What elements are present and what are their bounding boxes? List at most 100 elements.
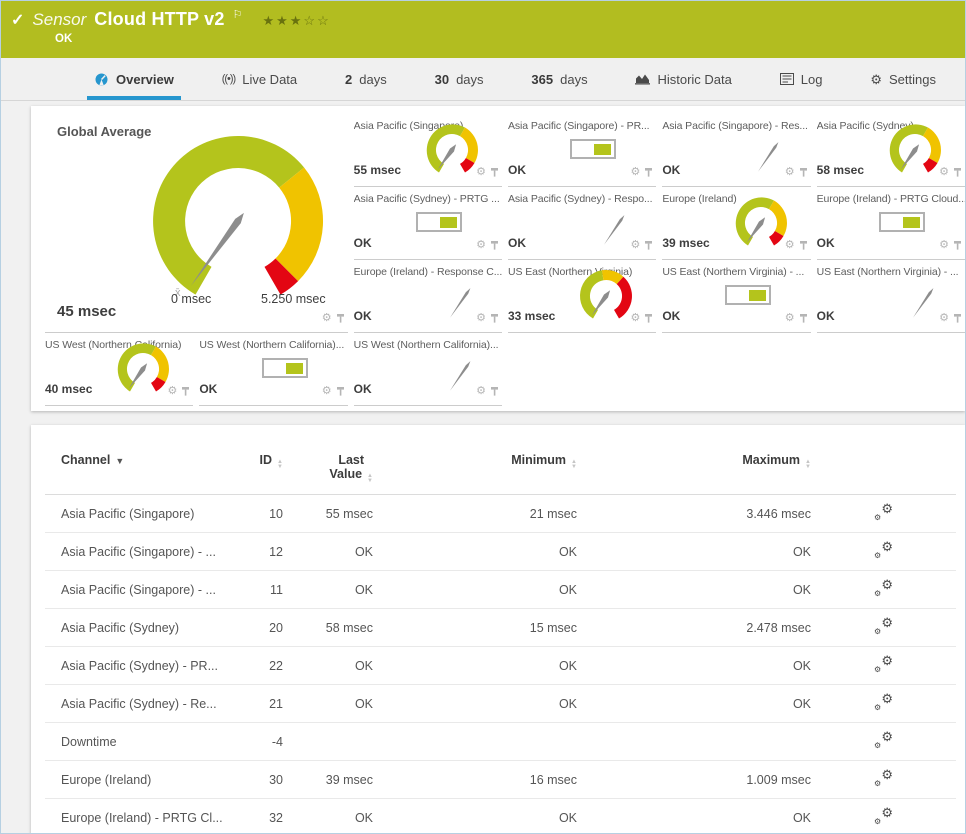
flag-icon[interactable]: ⚐ xyxy=(233,8,243,21)
channel-tile[interactable]: US West (Northern California)... OK ⚙ xyxy=(199,333,348,406)
tile-value: OK xyxy=(353,309,372,323)
channel-tile[interactable]: Asia Pacific (Sydney) 58 msec ⚙ xyxy=(816,114,965,187)
pin-icon[interactable] xyxy=(490,313,499,324)
channel-tile[interactable]: US East (Northern Virginia) 33 msec ⚙ xyxy=(507,260,657,333)
global-average-tile[interactable]: Global Average x̄ 0 msec 5.250 msec 45 m… xyxy=(45,114,348,333)
channel-tile[interactable]: Europe (Ireland) 39 msec ⚙ xyxy=(662,187,811,260)
gear-icon[interactable]: ⚙ xyxy=(476,386,486,397)
star-filled-icon[interactable]: ★ xyxy=(290,13,304,28)
priority-stars[interactable]: ★★★☆☆ xyxy=(262,13,330,29)
cell-minimum: OK xyxy=(373,798,577,833)
channel-tile[interactable]: Europe (Ireland) - Response C... OK ⚙ xyxy=(353,260,502,333)
table-row[interactable]: Asia Pacific (Singapore) 10 55 msec 21 m… xyxy=(45,494,956,533)
tab-overview[interactable]: Overview xyxy=(87,58,181,100)
pin-icon[interactable] xyxy=(336,313,345,324)
gear-icon[interactable]: ⚙ xyxy=(785,167,795,178)
cell-minimum: 15 msec xyxy=(373,608,577,647)
gear-icon[interactable]: ⚙ xyxy=(630,313,640,324)
tab-30-days[interactable]: 30 days xyxy=(428,58,491,100)
gear-icon[interactable]: ⚙ xyxy=(630,167,640,178)
tab-log[interactable]: Log xyxy=(773,58,830,100)
gear-icon[interactable]: ⚙ xyxy=(322,386,332,397)
column-header-maximum[interactable]: Maximum ▲ ▼ xyxy=(577,437,811,495)
channel-tile[interactable]: US East (Northern Virginia) - ... OK ⚙ xyxy=(662,260,811,333)
tab-settings[interactable]: ⚙ Settings xyxy=(863,58,943,100)
channel-tile[interactable]: Asia Pacific (Sydney) - Respo... OK ⚙ xyxy=(507,187,657,260)
channel-tile[interactable]: US East (Northern Virginia) - ... OK ⚙ xyxy=(816,260,965,333)
table-row[interactable]: Europe (Ireland) 30 39 msec 16 msec 1.00… xyxy=(45,760,956,799)
tile-title: US West (Northern California)... xyxy=(199,339,345,351)
channel-tile[interactable]: Asia Pacific (Singapore) 55 msec ⚙ xyxy=(353,114,502,187)
column-header-channel[interactable]: Channel ▼ xyxy=(45,437,235,495)
channel-settings-icon[interactable]: ⚙ ⚙ xyxy=(874,730,893,751)
ok-switch-indicator xyxy=(415,212,462,232)
pin-icon[interactable] xyxy=(490,240,499,251)
channel-tile[interactable]: Asia Pacific (Singapore) - PR... OK ⚙ xyxy=(507,114,657,187)
channel-settings-icon[interactable]: ⚙ ⚙ xyxy=(874,578,893,599)
channel-tile[interactable]: US West (Northern California)... OK ⚙ xyxy=(353,333,502,406)
column-header-minimum[interactable]: Minimum ▲ ▼ xyxy=(373,437,577,495)
channel-tile[interactable]: Asia Pacific (Sydney) - PRTG ... OK ⚙ xyxy=(353,187,502,260)
gear-icon[interactable]: ⚙ xyxy=(939,313,949,324)
star-filled-icon[interactable]: ★ xyxy=(262,13,276,28)
table-row[interactable]: Asia Pacific (Singapore) - ... 11 OK OK … xyxy=(45,570,956,609)
table-row[interactable]: Downtime -4 ⚙ ⚙ xyxy=(45,722,956,761)
pin-icon[interactable] xyxy=(644,240,653,251)
gear-icon[interactable]: ⚙ xyxy=(630,240,640,251)
gear-icon[interactable]: ⚙ xyxy=(167,386,177,397)
column-header-id[interactable]: ID ▲ ▼ xyxy=(235,437,283,495)
cell-maximum: 1.009 msec xyxy=(577,760,811,799)
channel-settings-icon[interactable]: ⚙ ⚙ xyxy=(874,502,893,523)
table-row[interactable]: Europe (Ireland) - PRTG Cl... 32 OK OK O… xyxy=(45,798,956,833)
table-row[interactable]: Asia Pacific (Singapore) - ... 12 OK OK … xyxy=(45,532,956,571)
table-row[interactable]: Asia Pacific (Sydney) 20 58 msec 15 msec… xyxy=(45,608,956,647)
tile-value: OK xyxy=(507,236,526,250)
pin-icon[interactable] xyxy=(799,240,808,251)
channel-settings-icon[interactable]: ⚙ ⚙ xyxy=(874,654,893,675)
channel-settings-icon[interactable]: ⚙ ⚙ xyxy=(874,768,893,789)
star-empty-icon[interactable]: ☆ xyxy=(303,13,317,28)
pin-icon[interactable] xyxy=(953,240,962,251)
gear-icon[interactable]: ⚙ xyxy=(785,313,795,324)
tab-live-data[interactable]: ((•)) Live Data xyxy=(215,58,304,100)
channel-tile[interactable]: Asia Pacific (Singapore) - Res... OK ⚙ xyxy=(662,114,811,187)
pin-icon[interactable] xyxy=(953,167,962,178)
tab-historic-data[interactable]: Historic Data xyxy=(628,58,738,100)
channel-settings-icon[interactable]: ⚙ ⚙ xyxy=(874,692,893,713)
cell-minimum: 21 msec xyxy=(373,494,577,533)
table-row[interactable]: Asia Pacific (Sydney) - Re... 21 OK OK O… xyxy=(45,684,956,723)
pin-icon[interactable] xyxy=(490,167,499,178)
star-empty-icon[interactable]: ☆ xyxy=(317,13,331,28)
gear-icon[interactable]: ⚙ xyxy=(785,240,795,251)
pin-icon[interactable] xyxy=(336,386,345,397)
channel-tile[interactable]: US West (Northern California) 40 msec ⚙ xyxy=(45,333,194,406)
gear-icon[interactable]: ⚙ xyxy=(322,313,332,324)
channel-settings-icon[interactable]: ⚙ ⚙ xyxy=(874,540,893,561)
pin-icon[interactable] xyxy=(799,313,808,324)
pin-icon[interactable] xyxy=(953,313,962,324)
cell-last-value: 39 msec xyxy=(283,760,373,799)
table-row[interactable]: Asia Pacific (Sydney) - PR... 22 OK OK O… xyxy=(45,646,956,685)
table-body: Asia Pacific (Singapore) 10 55 msec 21 m… xyxy=(45,494,956,833)
sort-icon: ▲ ▼ xyxy=(805,459,811,470)
column-header-last-value[interactable]: Last Value ▲ ▼ xyxy=(283,437,373,495)
gear-icon[interactable]: ⚙ xyxy=(476,313,486,324)
tab-365-days[interactable]: 365 days xyxy=(524,58,594,100)
pin-icon[interactable] xyxy=(644,167,653,178)
tile-value: OK xyxy=(662,163,681,177)
pin-icon[interactable] xyxy=(490,386,499,397)
pin-icon[interactable] xyxy=(799,167,808,178)
gear-icon[interactable]: ⚙ xyxy=(939,167,949,178)
channel-settings-icon[interactable]: ⚙ ⚙ xyxy=(874,616,893,637)
cell-channel: Asia Pacific (Singapore) xyxy=(45,494,235,533)
pin-icon[interactable] xyxy=(181,386,190,397)
channel-settings-icon[interactable]: ⚙ ⚙ xyxy=(874,806,893,827)
switch-knob xyxy=(594,143,612,155)
star-filled-icon[interactable]: ★ xyxy=(276,13,290,28)
channel-tile[interactable]: Europe (Ireland) - PRTG Cloud... OK ⚙ xyxy=(816,187,965,260)
pin-icon[interactable] xyxy=(644,313,653,324)
gear-icon[interactable]: ⚙ xyxy=(476,240,486,251)
gear-icon[interactable]: ⚙ xyxy=(476,167,486,178)
gear-icon[interactable]: ⚙ xyxy=(939,240,949,251)
tab-2-days[interactable]: 2 days xyxy=(338,58,394,100)
